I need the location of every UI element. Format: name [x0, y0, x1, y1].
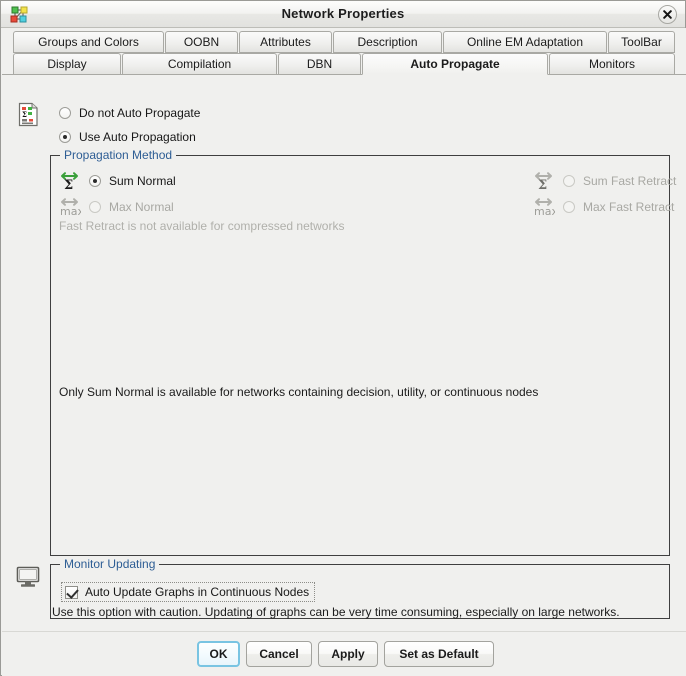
- tab-label: Display: [47, 57, 87, 71]
- radio-label: Sum Normal: [109, 174, 176, 188]
- close-glyph: [663, 10, 672, 19]
- close-icon[interactable]: [658, 5, 677, 24]
- tab-attributes[interactable]: Attributes: [239, 31, 332, 53]
- tab-label: OOBN: [183, 35, 220, 49]
- tab-auto-propagate[interactable]: Auto Propagate: [362, 53, 548, 75]
- monitor-updating-caution: Use this option with caution. Updating o…: [52, 605, 620, 619]
- radio-label: Max Fast Retract: [583, 200, 675, 214]
- radio-indicator[interactable]: [59, 131, 71, 143]
- sum-sigma-icon: Σ: [533, 171, 555, 193]
- radio-label: Use Auto Propagation: [79, 130, 196, 144]
- sum-normal-note: Only Sum Normal is available for network…: [59, 385, 539, 399]
- tab-oobn[interactable]: OOBN: [165, 31, 238, 53]
- radio-indicator[interactable]: [563, 201, 575, 213]
- network-properties-window: Network Properties Groups and Colors OOB…: [0, 0, 686, 676]
- tab-dbn[interactable]: DBN: [278, 53, 361, 75]
- tab-label: Compilation: [167, 57, 232, 71]
- svg-text:Σ: Σ: [538, 178, 547, 191]
- propagation-method-legend: Propagation Method: [60, 148, 177, 162]
- radio-label: Sum Fast Retract: [583, 174, 677, 188]
- svg-text:Σ: Σ: [64, 178, 73, 191]
- monitor-icon: [16, 566, 40, 588]
- tab-label: DBN: [306, 57, 333, 71]
- tab-online-em-adaptation[interactable]: Online EM Adaptation: [443, 31, 607, 53]
- tab-label: Description: [357, 35, 418, 49]
- button-label: Cancel: [259, 647, 299, 661]
- tab-label: Online EM Adaptation: [466, 35, 584, 49]
- checkbox-label: Auto Update Graphs in Continuous Nodes: [85, 585, 310, 599]
- tab-toolbar[interactable]: ToolBar: [608, 31, 675, 53]
- svg-text:Σ: Σ: [22, 110, 27, 119]
- radio-label: Max Normal: [109, 200, 174, 214]
- checkbox-indicator[interactable]: [65, 585, 78, 599]
- checkbox-auto-update-graphs[interactable]: Auto Update Graphs in Continuous Nodes: [61, 582, 316, 602]
- radio-max-normal[interactable]: max Max Normal: [59, 197, 174, 218]
- radio-indicator[interactable]: [89, 201, 101, 213]
- tab-label: Auto Propagate: [410, 57, 500, 71]
- tab-display[interactable]: Display: [13, 53, 121, 75]
- tab-label: ToolBar: [621, 35, 662, 49]
- tab-strip: Groups and Colors OOBN Attributes Descri…: [2, 28, 686, 75]
- tab-label: Groups and Colors: [38, 35, 139, 49]
- max-icon: max: [59, 197, 84, 218]
- propagation-document-icon: Σ: [18, 102, 39, 127]
- radio-max-fast-retract[interactable]: max Max Fast Retract: [533, 197, 675, 218]
- monitor-updating-legend: Monitor Updating: [60, 557, 160, 571]
- cancel-button[interactable]: Cancel: [246, 641, 312, 667]
- radio-sum-fast-retract[interactable]: Σ Sum Fast Retract: [533, 171, 677, 193]
- button-label: OK: [209, 647, 228, 661]
- radio-label: Do not Auto Propagate: [79, 106, 201, 120]
- tab-description[interactable]: Description: [333, 31, 442, 53]
- tab-compilation[interactable]: Compilation: [122, 53, 277, 75]
- radio-indicator[interactable]: [89, 175, 101, 187]
- tab-label: Monitors: [588, 57, 635, 71]
- button-label: Apply: [331, 647, 365, 661]
- svg-text:max: max: [60, 205, 81, 217]
- tab-monitors[interactable]: Monitors: [549, 53, 675, 75]
- radio-indicator[interactable]: [59, 107, 71, 119]
- fast-retract-hint: Fast Retract is not available for compre…: [59, 219, 345, 233]
- tab-groups-and-colors[interactable]: Groups and Colors: [13, 31, 164, 53]
- max-icon: max: [533, 197, 558, 218]
- auto-propagate-panel: Σ Do not Auto Propagate Use Auto Propaga…: [2, 74, 686, 631]
- window-title: Network Properties: [281, 6, 405, 21]
- set-as-default-button[interactable]: Set as Default: [384, 641, 494, 667]
- sum-sigma-icon: Σ: [59, 171, 81, 193]
- title-bar: Network Properties: [1, 1, 685, 28]
- ok-button[interactable]: OK: [197, 641, 240, 667]
- radio-use-auto-propagation[interactable]: Use Auto Propagation: [59, 130, 196, 144]
- radio-do-not-auto-propagate[interactable]: Do not Auto Propagate: [59, 106, 200, 120]
- button-label: Set as Default: [399, 647, 479, 661]
- apply-button[interactable]: Apply: [318, 641, 378, 667]
- radio-sum-normal[interactable]: Σ Sum Normal: [59, 171, 176, 193]
- radio-indicator[interactable]: [563, 175, 575, 187]
- dialog-button-bar: OK Cancel Apply Set as Default: [2, 631, 686, 676]
- tab-label: Attributes: [260, 35, 311, 49]
- svg-text:max: max: [534, 205, 555, 217]
